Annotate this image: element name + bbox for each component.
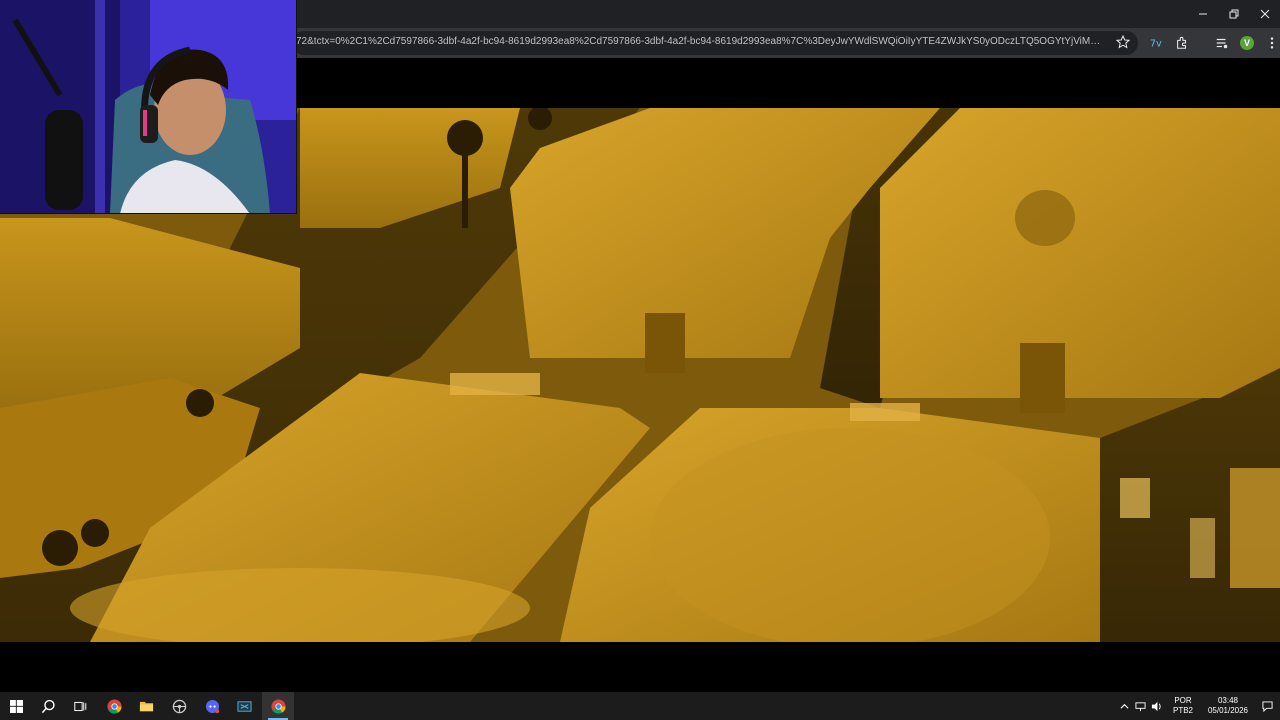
chat-app-icon	[205, 699, 219, 713]
network-icon	[1134, 701, 1146, 711]
bookmark-star-icon[interactable]	[1116, 35, 1130, 49]
steering-wheel-icon	[172, 699, 186, 713]
taskbar-app-steering[interactable]	[163, 692, 195, 720]
profile-avatar[interactable]: V	[1240, 36, 1254, 50]
clock-time: 03:48	[1217, 696, 1239, 705]
media-control-icon[interactable]	[1214, 35, 1230, 51]
toolbar-icons: 7v V	[1148, 34, 1280, 52]
task-view-button[interactable]	[64, 692, 96, 720]
close-icon	[1260, 9, 1269, 19]
address-bar[interactable]: 72&tctx=0%2C1%2Cd7597866-3dbf-4a2f-bc94-…	[292, 31, 1138, 55]
extension-translate-icon[interactable]: 7v	[1148, 35, 1164, 51]
extensions-puzzle-icon[interactable]	[1174, 35, 1190, 51]
language-indicator[interactable]: POR PTB2	[1168, 696, 1198, 716]
menu-kebab-icon[interactable]	[1264, 35, 1280, 51]
task-view-icon	[73, 701, 86, 711]
minimize-icon	[1198, 13, 1207, 15]
windows-logo-icon	[9, 699, 23, 713]
chevron-up-icon	[1120, 703, 1128, 709]
taskbar-chrome[interactable]	[98, 692, 130, 720]
chrome-icon	[270, 698, 286, 714]
notification-icon	[1261, 700, 1273, 712]
system-tray: POR PTB2 03:48 05/01/2026	[1116, 692, 1280, 720]
start-button[interactable]	[0, 692, 32, 720]
folder-icon	[139, 701, 153, 711]
keyboard-layout: PTB2	[1172, 706, 1193, 715]
windows-taskbar: POR PTB2 03:48 05/01/2026	[0, 692, 1280, 720]
clock[interactable]: 03:48 05/01/2026	[1202, 696, 1254, 716]
taskbar-app-chat[interactable]	[196, 692, 228, 720]
restore-button[interactable]	[1218, 0, 1249, 28]
webcam-overlay	[0, 0, 297, 214]
volume-button[interactable]	[1148, 692, 1164, 720]
streamer-webcam-image	[0, 0, 296, 213]
close-button[interactable]	[1249, 0, 1280, 28]
chrome-icon	[106, 698, 122, 714]
notifications-button[interactable]	[1254, 692, 1280, 720]
taskbar-chrome-active[interactable]	[262, 692, 294, 720]
search-icon	[41, 699, 55, 713]
tray-overflow-button[interactable]	[1116, 692, 1132, 720]
screen: 72&tctx=0%2C1%2Cd7597866-3dbf-4a2f-bc94-…	[0, 0, 1280, 720]
window-controls	[1187, 0, 1280, 28]
svg-text:7v: 7v	[1150, 39, 1162, 50]
network-button[interactable]	[1132, 692, 1148, 720]
language-code: POR	[1174, 696, 1192, 705]
terminal-icon	[236, 700, 252, 712]
search-button[interactable]	[32, 692, 64, 720]
minimize-button[interactable]	[1187, 0, 1218, 28]
taskbar-app-terminal[interactable]	[228, 692, 260, 720]
clock-date: 05/01/2026	[1207, 706, 1249, 715]
restore-icon	[1229, 9, 1238, 19]
speaker-icon	[1151, 701, 1161, 711]
url-text[interactable]: 72&tctx=0%2C1%2Cd7597866-3dbf-4a2f-bc94-…	[296, 36, 1104, 47]
taskbar-file-explorer[interactable]	[130, 692, 162, 720]
